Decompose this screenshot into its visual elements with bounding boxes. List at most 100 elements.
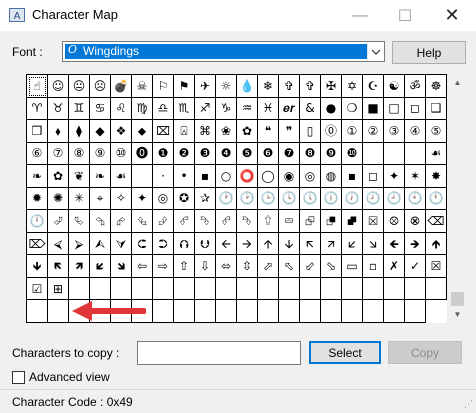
char-cell[interactable] [363, 300, 384, 323]
char-cell[interactable] [426, 277, 447, 301]
char-cell[interactable]: & [300, 97, 321, 121]
char-cell[interactable] [132, 277, 153, 301]
char-cell[interactable]: ❻ [258, 142, 279, 166]
char-cell[interactable]: ② [363, 120, 384, 143]
char-cell[interactable] [153, 300, 174, 323]
maximize-button[interactable]: ☐ [383, 0, 427, 31]
character-grid[interactable]: ☝ ☺ 😐 ☹ 💣 ☠ ⚐ ⚑ ✈ ☼ 💧 ❄ ✞ ✞ ✠ ✡ ☪ ☯ ॐ ☸ ♈ ♉ ♊ ♋ ♌ ♍ ♎ ♏ ♐ ♑ ♒ ♓ 𝒆𝒓 & ● ❍ ■ □ ◻… [26, 74, 447, 323]
font-dropdown[interactable]: O Wingdings [62, 41, 385, 62]
char-cell[interactable]: ⮵ [153, 210, 174, 233]
help-button[interactable]: Help [392, 41, 466, 64]
char-cell[interactable]: 😐 [69, 75, 90, 98]
char-cell[interactable]: ⮴ [132, 210, 153, 233]
char-cell[interactable]: · [153, 165, 174, 188]
char-cell[interactable] [342, 277, 363, 301]
char-cell[interactable]: ✿ [237, 120, 258, 143]
resize-grip-icon[interactable]: ⋰ [464, 399, 473, 410]
char-cell[interactable]: ⬁ [279, 255, 300, 278]
char-cell[interactable] [174, 277, 195, 301]
char-cell[interactable] [405, 300, 426, 323]
char-cell[interactable]: ☒ [426, 255, 447, 278]
char-cell[interactable]: ⌦ [27, 232, 48, 256]
char-cell[interactable]: ⮱ [69, 210, 90, 233]
char-cell[interactable]: ⇧ [174, 255, 195, 278]
char-cell[interactable]: 🕑 [237, 187, 258, 211]
char-cell[interactable]: ❽ [300, 142, 321, 166]
char-cell[interactable]: ☪ [363, 75, 384, 98]
char-cell[interactable]: ❷ [174, 142, 195, 166]
char-cell[interactable]: ⬧ [48, 120, 69, 143]
char-cell[interactable]: ◻ [363, 165, 384, 188]
char-cell[interactable]: ✦ [132, 187, 153, 211]
char-cell[interactable]: 🕗 [363, 187, 384, 211]
char-cell[interactable]: ⇩ [195, 255, 216, 278]
char-cell[interactable]: ⮿ [405, 210, 426, 233]
char-cell[interactable]: ❦ [69, 165, 90, 188]
char-cell[interactable]: ❶ [153, 142, 174, 166]
char-cell[interactable] [363, 142, 384, 166]
char-cell[interactable]: ○ [216, 165, 237, 188]
char-cell[interactable]: 🕐 [216, 187, 237, 211]
char-cell[interactable]: ⌘ [195, 120, 216, 143]
char-cell[interactable]: ♌ [111, 97, 132, 121]
char-cell[interactable]: ⮉ [174, 232, 195, 256]
char-cell[interactable]: ⑧ [69, 142, 90, 166]
char-cell[interactable]: ⮰ [48, 210, 69, 233]
char-cell[interactable]: ⮛ [111, 232, 132, 256]
char-cell[interactable] [27, 300, 48, 323]
char-cell[interactable]: ⬀ [258, 255, 279, 278]
char-cell[interactable]: ⮚ [69, 232, 90, 256]
char-cell[interactable]: 🡻 [27, 255, 48, 278]
char-cell[interactable]: ♊ [69, 97, 90, 121]
char-cell[interactable]: ☝ [27, 75, 48, 98]
advanced-view-toggle[interactable]: Advanced view [12, 370, 110, 384]
char-cell[interactable]: ❾ [321, 142, 342, 166]
char-cell[interactable]: 🡩 [258, 232, 279, 256]
advanced-view-checkbox[interactable] [12, 370, 25, 384]
char-cell[interactable]: 🕔 [300, 187, 321, 211]
char-cell[interactable]: ✈ [195, 75, 216, 98]
char-cell[interactable]: ⍓ [174, 120, 195, 143]
char-cell[interactable]: ☙ [111, 165, 132, 188]
char-cell[interactable]: ☼ [216, 75, 237, 98]
char-cell[interactable]: ♋ [90, 97, 111, 121]
char-cell[interactable]: • [174, 165, 195, 188]
char-cell[interactable]: ⮼ [342, 210, 363, 233]
char-cell[interactable]: ⭕ [237, 165, 258, 188]
char-cell[interactable]: ⚐ [153, 75, 174, 98]
char-cell[interactable]: ❸ [195, 142, 216, 166]
char-cell[interactable]: ☺ [48, 75, 69, 98]
grid-scrollbar[interactable]: ▲ ▼ [449, 74, 466, 323]
char-cell[interactable]: ③ [384, 120, 405, 143]
char-cell[interactable]: 🡺 [405, 232, 426, 256]
scrollbar-thumb[interactable] [451, 292, 464, 306]
char-cell[interactable] [216, 277, 237, 301]
char-cell[interactable]: ⮙ [90, 232, 111, 256]
char-cell[interactable]: ❹ [216, 142, 237, 166]
char-cell[interactable]: ◎ [153, 187, 174, 211]
char-cell[interactable]: 🕓 [279, 187, 300, 211]
char-cell[interactable]: ⌖ [90, 187, 111, 211]
char-cell[interactable]: ♒ [237, 97, 258, 121]
char-cell[interactable]: ✠ [321, 75, 342, 98]
dropdown-arrow-button[interactable] [367, 42, 384, 61]
char-cell[interactable]: ⮹ [279, 210, 300, 233]
char-cell[interactable]: ❞ [279, 120, 300, 143]
char-cell[interactable]: ● [321, 97, 342, 121]
char-cell[interactable]: ☸ [426, 75, 447, 98]
char-cell[interactable]: ⮳ [111, 210, 132, 233]
char-cell[interactable] [69, 300, 90, 323]
char-cell[interactable] [237, 277, 258, 301]
char-cell[interactable]: ⮋ [195, 232, 216, 256]
char-cell[interactable]: 🡭 [321, 232, 342, 256]
char-cell[interactable]: ✸ [426, 165, 447, 188]
char-cell[interactable]: ☑ [27, 277, 48, 301]
char-cell[interactable] [300, 300, 321, 323]
char-cell[interactable] [300, 277, 321, 301]
char-cell[interactable]: ☹ [90, 75, 111, 98]
char-cell[interactable]: ⮶ [174, 210, 195, 233]
char-cell[interactable]: ⑩ [111, 142, 132, 166]
char-cell[interactable] [321, 300, 342, 323]
char-cell[interactable]: ✪ [174, 187, 195, 211]
char-cell[interactable]: ♏ [174, 97, 195, 121]
